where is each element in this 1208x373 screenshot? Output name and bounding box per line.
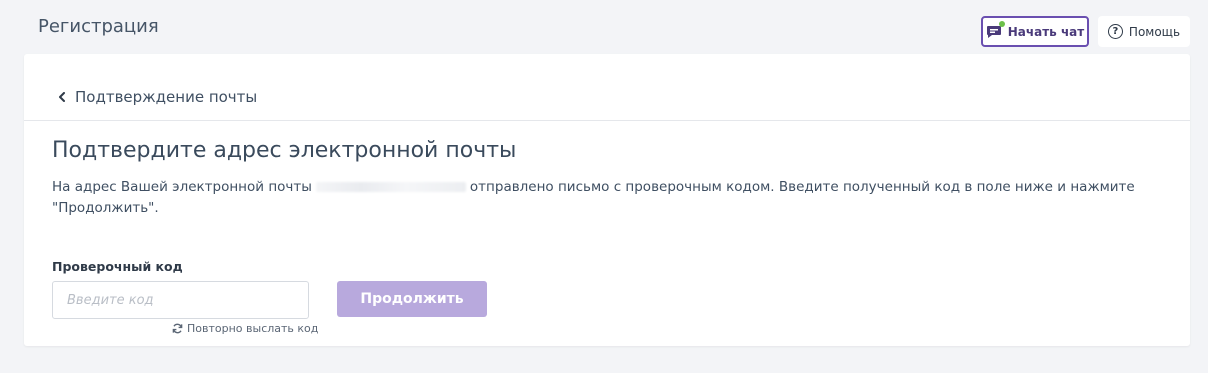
question-circle-icon: ?	[1107, 24, 1123, 39]
chevron-left-icon	[58, 92, 66, 102]
continue-button[interactable]: Продолжить	[337, 281, 487, 317]
verification-code-input[interactable]	[52, 281, 309, 319]
resend-code-link[interactable]: Повторно выслать код	[172, 322, 318, 335]
chat-bubble-icon	[986, 20, 1005, 39]
start-chat-label: Начать чат	[1007, 24, 1085, 39]
back-link[interactable]: Подтверждение почты	[58, 88, 257, 106]
online-status-dot	[998, 20, 1005, 27]
refresh-icon	[172, 323, 183, 334]
divider	[24, 120, 1190, 121]
instructions-text-start: На адрес Вашей электронной почты	[52, 179, 312, 195]
redacted-email	[315, 182, 466, 192]
verification-code-label: Проверочный код	[52, 259, 183, 274]
back-link-label: Подтверждение почты	[75, 88, 258, 106]
start-chat-button[interactable]: Начать чат	[981, 16, 1089, 47]
help-button[interactable]: ? Помощь	[1098, 16, 1190, 47]
resend-code-label: Повторно выслать код	[187, 322, 319, 335]
page-title: Регистрация	[38, 16, 159, 37]
instructions-text: На адрес Вашей электронной почты отправле…	[52, 177, 1142, 219]
confirm-email-heading: Подтвердите адрес электронной почты	[52, 138, 517, 163]
help-label: Помощь	[1128, 24, 1181, 39]
registration-card: Подтверждение почты Подтвердите адрес эл…	[24, 54, 1190, 346]
